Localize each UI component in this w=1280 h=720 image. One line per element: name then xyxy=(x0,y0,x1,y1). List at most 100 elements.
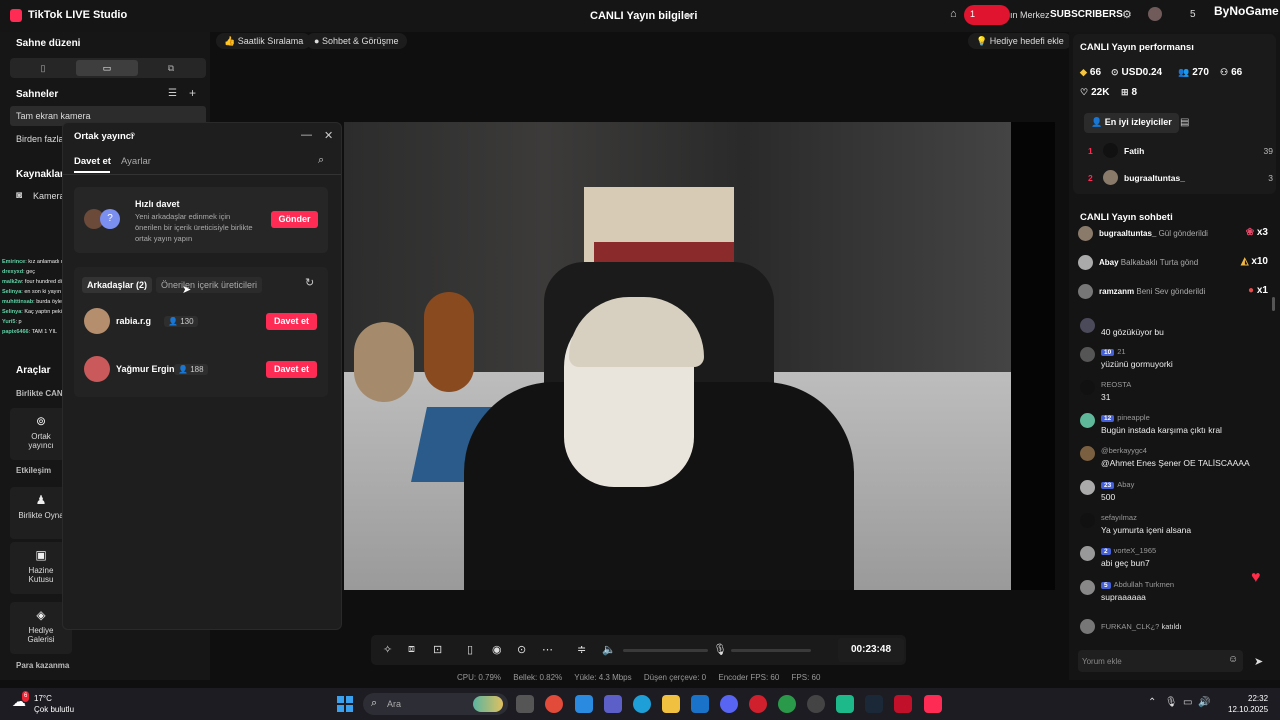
tab-settings[interactable]: Ayarlar xyxy=(121,156,151,167)
earn-title: Para kazanma xyxy=(16,661,70,670)
chat-user: 5 Abdullah Turkmen xyxy=(1101,580,1174,589)
record-icon[interactable]: ◉ xyxy=(492,643,502,656)
list-icon[interactable]: ▤ xyxy=(1180,117,1189,128)
close-icon[interactable]: ✕ xyxy=(324,129,333,142)
teddy-bear xyxy=(354,322,414,402)
edge-icon[interactable] xyxy=(633,695,651,713)
avatar xyxy=(1080,619,1095,634)
steam-icon[interactable] xyxy=(865,695,883,713)
mixer-icon[interactable]: ≑ xyxy=(577,643,586,656)
avatar xyxy=(1103,170,1118,185)
comment-input[interactable] xyxy=(1082,653,1222,669)
invite-button[interactable]: Davet et xyxy=(266,361,317,378)
phone-icon[interactable]: ▯ xyxy=(467,643,473,656)
avatar xyxy=(1080,546,1095,561)
video-preview[interactable] xyxy=(344,122,1055,590)
hourly-ranking-pill[interactable]: 👍 Saatlik Sıralama xyxy=(216,33,312,49)
portrait-layout-icon[interactable]: ▯ xyxy=(12,60,74,76)
opera-icon[interactable] xyxy=(749,695,767,713)
invite-button[interactable]: Davet et xyxy=(266,313,317,330)
volume-icon[interactable]: 🔈 xyxy=(602,643,616,656)
taskbar: ☁ 6 17°C Çok bulutlu ⌕ Ara ⌃ 🎙 ▭ 🔊 22:32 1… xyxy=(0,688,1280,720)
store-icon[interactable] xyxy=(575,695,593,713)
friend-count: 👤 188 xyxy=(174,364,208,375)
live-chat-title: CANLI Yayın sohbeti xyxy=(1080,212,1173,223)
emoji-icon[interactable]: ☺ xyxy=(1228,654,1238,665)
system-tray[interactable]: ⌃ 🎙 ▭ 🔊 xyxy=(1148,697,1210,708)
discord-icon[interactable] xyxy=(720,695,738,713)
magic-wand-icon[interactable]: ✧ xyxy=(383,643,392,656)
video-letterbox xyxy=(1011,122,1055,590)
tools-title: Araçlar xyxy=(16,365,51,376)
gift-multiplier: ◭ x10 xyxy=(1240,256,1268,267)
avatar xyxy=(1148,7,1162,21)
help-icon[interactable]: ? xyxy=(130,131,135,141)
share-icon[interactable]: ➦ xyxy=(684,9,693,22)
dropped-frames-stat: Düşen çerçeve: 0 xyxy=(643,673,707,682)
tab-friends[interactable]: Arkadaşlar (2) xyxy=(82,277,153,293)
tiktok-studio-icon[interactable] xyxy=(924,695,942,713)
live-info-title[interactable]: CANLI Yayın bilgileri xyxy=(590,10,697,22)
landscape-layout-icon[interactable]: ▭ xyxy=(76,60,138,76)
game-icon[interactable] xyxy=(894,695,912,713)
layout-icon[interactable]: ⊡ xyxy=(433,643,442,656)
top-viewer-row[interactable]: 2 bugraaltuntas_ 3 xyxy=(1083,169,1273,187)
folder-icon[interactable] xyxy=(662,695,680,713)
refresh-icon[interactable]: ↻ xyxy=(305,276,314,289)
message-text: @Ahmet Enes Şener OE TALİSCAAAA xyxy=(1101,458,1250,468)
start-button[interactable] xyxy=(337,696,353,712)
more-icon[interactable]: ⋯ xyxy=(542,643,553,656)
tab-suggested[interactable]: Önerilen içerik üreticileri xyxy=(156,277,263,293)
avatar xyxy=(1103,143,1118,158)
taskbar-search[interactable]: ⌕ Ara xyxy=(363,693,508,715)
search-icon[interactable]: ⌕ xyxy=(318,154,324,167)
chat-scrollbar[interactable] xyxy=(1272,297,1275,311)
title-bar: TikTok LIVE Studio CANLI Yayın bilgileri… xyxy=(0,0,1280,32)
chrome-alt-icon[interactable] xyxy=(778,695,796,713)
gift-goal-pill[interactable]: 💡 Hediye hedefi ekle xyxy=(968,33,1072,49)
panel-title: Ortak yayıncı xyxy=(74,131,134,142)
scene-layout-title: Sahne düzeni xyxy=(16,38,81,49)
source-camera[interactable]: Kamera xyxy=(33,191,65,201)
teams-icon[interactable] xyxy=(604,695,622,713)
mic-icon[interactable]: 🎙 xyxy=(713,643,727,656)
date: 12.10.2025 xyxy=(1228,705,1269,714)
effects-icon[interactable]: ⧈ xyxy=(408,643,415,656)
add-person-icon: ⚇ xyxy=(1220,67,1229,77)
thumb-icon: 👍 xyxy=(224,36,236,46)
performance-stats: CPU: 0.79% Bellek: 0.82% Yükle: 4.3 Mbps… xyxy=(457,673,830,682)
dual-layout-icon[interactable]: ⧉ xyxy=(140,60,202,76)
outlook-icon[interactable] xyxy=(691,695,709,713)
send-icon[interactable]: ➤ xyxy=(1254,655,1263,668)
mic-icon: 🎙 xyxy=(1164,697,1178,708)
avatar xyxy=(84,356,110,382)
tab-invite[interactable]: Davet et xyxy=(74,156,111,167)
top-viewer-row[interactable]: 1 Fatih 39 xyxy=(1083,142,1273,160)
overlay-pill: 1 xyxy=(964,5,1010,25)
chrome-icon[interactable] xyxy=(545,695,563,713)
clock[interactable]: 22:32 12.10.2025 xyxy=(1228,693,1268,715)
chat-meet-pill[interactable]: ● Sohbet & Görüşme xyxy=(306,33,407,49)
avatar xyxy=(1080,580,1095,595)
guitar xyxy=(424,292,474,392)
list-icon[interactable]: ☰ xyxy=(168,88,177,99)
rose-icon: ❀ xyxy=(1245,227,1255,238)
followers-metric: ⚇ 66 xyxy=(1220,67,1242,78)
task-view-icon[interactable] xyxy=(516,695,534,713)
top-viewers-tab[interactable]: 👤 En iyi izleyiciler xyxy=(1084,113,1179,133)
app-icon[interactable] xyxy=(836,695,854,713)
github-icon[interactable] xyxy=(807,695,825,713)
quick-invite-avatars: ? xyxy=(84,209,124,231)
target-icon[interactable]: ⊙ xyxy=(517,643,526,656)
search-icon: ⌕ xyxy=(371,697,378,709)
chevron-up-icon: ⌃ xyxy=(1148,697,1157,708)
add-scene-icon[interactable]: + xyxy=(189,86,196,100)
diamonds-metric: ◆ 66 xyxy=(1080,67,1101,78)
quick-invite-card: ? Hızlı davet Yeni arkadaşlar edinmek iç… xyxy=(74,187,328,253)
volume-slider[interactable] xyxy=(623,649,708,652)
scenes-title: Sahneler xyxy=(16,89,59,100)
mic-slider[interactable] xyxy=(731,649,811,652)
minimize-icon[interactable]: — xyxy=(301,129,312,141)
gift-row: ramzanm Beni Sev gönderildi ● x1 xyxy=(1078,282,1274,302)
send-button[interactable]: Gönder xyxy=(271,211,318,228)
